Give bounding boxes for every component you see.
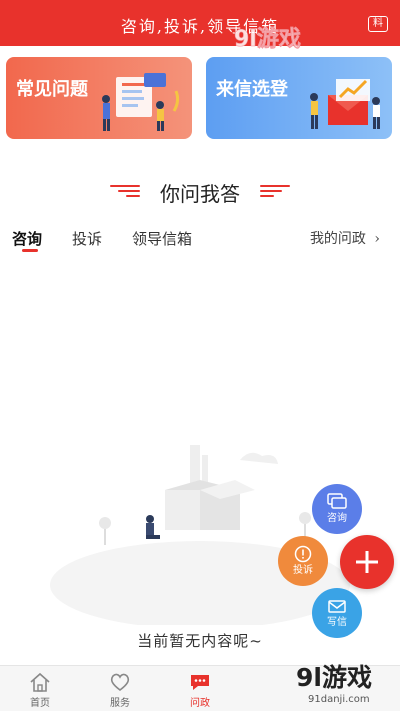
- plus-icon: [356, 551, 378, 573]
- nav-item-home-label: 首页: [30, 698, 50, 709]
- watermark-logo-bottom: 9l游戏 91danji.com: [296, 663, 372, 705]
- active-tab-indicator: [22, 249, 38, 252]
- tab-leader-mailbox[interactable]: 领导信箱: [132, 228, 192, 249]
- tab-complaint[interactable]: 投诉: [72, 228, 102, 249]
- faq-banner[interactable]: 常见问题: [6, 57, 192, 139]
- header-action-button[interactable]: 料: [368, 16, 388, 32]
- consult-fab[interactable]: 咨询: [312, 484, 362, 534]
- my-questions-label: 我的问政: [309, 231, 366, 247]
- consult-fab-label: 咨询: [327, 513, 347, 524]
- nav-item-services[interactable]: 服务: [80, 666, 160, 711]
- title-decoration-right: [260, 185, 290, 199]
- nav-item-inquiry[interactable]: 问政: [160, 666, 240, 711]
- my-questions-link[interactable]: 我的问政 ›: [310, 228, 380, 248]
- letters-banner[interactable]: 来信选登: [206, 57, 392, 139]
- heart-icon: [110, 673, 130, 692]
- empty-state-illustration: [50, 445, 350, 625]
- svg-text:91danji.com: 91danji.com: [308, 694, 370, 705]
- section-title: 你问我答: [160, 182, 240, 206]
- svg-text:9l游戏: 9l游戏: [296, 663, 372, 692]
- home-icon: [30, 672, 50, 692]
- letters-illustration: [310, 79, 380, 129]
- tab-consult[interactable]: 咨询: [12, 228, 42, 249]
- nav-item-services-label: 服务: [110, 698, 130, 709]
- complaint-fab-label: 投诉: [293, 565, 313, 576]
- nav-item-home[interactable]: 首页: [0, 666, 80, 711]
- svg-text:9l游戏: 9l游戏: [234, 26, 301, 52]
- chevron-right-icon: ›: [374, 231, 380, 247]
- letters-banner-label: 来信选登: [216, 79, 288, 100]
- faq-illustration: [102, 73, 180, 131]
- faq-banner-label: 常见问题: [16, 79, 88, 100]
- add-fab[interactable]: [340, 535, 394, 589]
- complaint-fab[interactable]: 投诉: [278, 536, 328, 586]
- write-letter-fab[interactable]: 写信: [312, 588, 362, 638]
- write-letter-fab-label: 写信: [327, 617, 347, 628]
- chat-bubble-icon: [191, 675, 209, 690]
- nav-item-inquiry-label: 问政: [190, 698, 210, 709]
